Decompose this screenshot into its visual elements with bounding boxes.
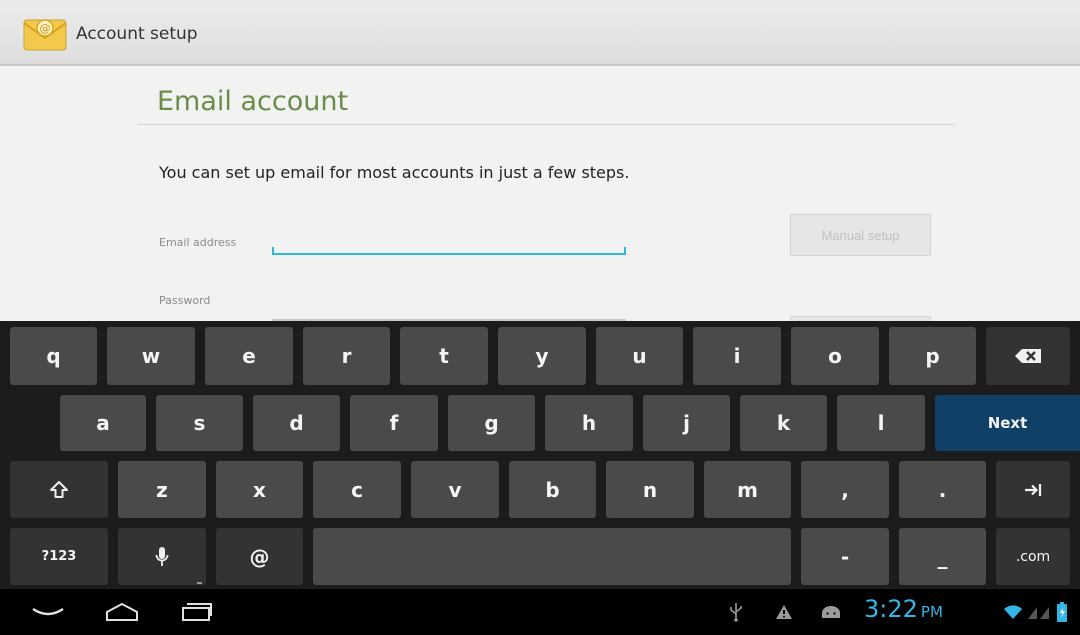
- key-c[interactable]: c: [313, 461, 401, 518]
- battery-icon: [1054, 597, 1070, 627]
- back-button[interactable]: [26, 597, 70, 627]
- password-label: Password: [159, 294, 211, 307]
- heading-divider: [137, 124, 955, 125]
- key-k[interactable]: k: [740, 395, 827, 451]
- key-r[interactable]: r: [303, 327, 390, 385]
- tab-key[interactable]: [996, 461, 1070, 518]
- key-period[interactable]: .: [899, 461, 986, 518]
- page-title: Email account: [157, 86, 349, 117]
- key-l[interactable]: l: [837, 395, 925, 451]
- email-field-underline: [272, 253, 626, 255]
- dash-key[interactable]: -: [801, 528, 889, 585]
- email-app-icon[interactable]: @: [22, 14, 68, 54]
- key-j[interactable]: j: [643, 395, 730, 451]
- clock-time: 3:22: [864, 595, 918, 623]
- usb-icon: [726, 597, 746, 627]
- signal-icon: [1026, 597, 1052, 627]
- intro-text: You can set up email for most accounts i…: [159, 163, 630, 182]
- key-o[interactable]: o: [791, 327, 879, 385]
- key-e[interactable]: e: [205, 327, 293, 385]
- clock-ampm: PM: [920, 603, 943, 621]
- next-key[interactable]: Next: [935, 395, 1080, 451]
- backspace-icon: [1015, 349, 1041, 363]
- warning-icon: [772, 597, 796, 627]
- underscore-key[interactable]: _: [899, 528, 986, 585]
- key-h[interactable]: h: [545, 395, 633, 451]
- key-n[interactable]: n: [606, 461, 694, 518]
- svg-text:@: @: [40, 22, 51, 35]
- shift-key[interactable]: [10, 461, 108, 518]
- backspace-key[interactable]: [986, 327, 1070, 385]
- key-a[interactable]: a: [60, 395, 146, 451]
- status-clock: 3:22 PM: [864, 595, 943, 623]
- key-p[interactable]: p: [889, 327, 976, 385]
- setup-content: Email account You can set up email for m…: [0, 66, 1080, 322]
- key-t[interactable]: t: [400, 327, 488, 385]
- key-v[interactable]: v: [411, 461, 499, 518]
- at-key[interactable]: @: [216, 528, 303, 585]
- key-comma[interactable]: ,: [801, 461, 889, 518]
- email-address-label: Email address: [159, 236, 237, 249]
- soft-keyboard: q w e r t y u i o p a s d f g h j k l Ne…: [0, 321, 1080, 589]
- action-bar: @ Account setup: [0, 0, 1080, 66]
- key-x[interactable]: x: [216, 461, 303, 518]
- home-icon: [106, 602, 138, 621]
- key-w[interactable]: w: [107, 327, 195, 385]
- email-address-field[interactable]: [272, 216, 626, 256]
- key-b[interactable]: b: [509, 461, 596, 518]
- key-u[interactable]: u: [596, 327, 683, 385]
- key-d[interactable]: d: [253, 395, 340, 451]
- password-field[interactable]: [272, 291, 626, 321]
- key-q[interactable]: q: [10, 327, 97, 385]
- wifi-icon: [1002, 597, 1024, 627]
- key-f[interactable]: f: [350, 395, 438, 451]
- shift-icon: [50, 480, 68, 498]
- email-field-right-tick: [624, 247, 626, 255]
- key-i[interactable]: i: [693, 327, 781, 385]
- mic-long-press-hint: [197, 582, 202, 584]
- email-field-left-tick: [272, 247, 274, 255]
- app-title: Account setup: [76, 24, 198, 44]
- key-s[interactable]: s: [156, 395, 243, 451]
- home-button[interactable]: [100, 597, 144, 627]
- key-m[interactable]: m: [704, 461, 791, 518]
- recent-apps-icon: [182, 603, 212, 621]
- key-z[interactable]: z: [118, 461, 206, 518]
- recent-apps-button[interactable]: [175, 597, 219, 627]
- system-bar: 3:22 PM: [0, 589, 1080, 635]
- dotcom-key[interactable]: .com: [996, 528, 1070, 585]
- microphone-icon: [155, 546, 169, 566]
- tab-icon: [1025, 483, 1042, 496]
- android-debug-icon: [818, 597, 844, 627]
- manual-setup-button[interactable]: Manual setup: [790, 214, 931, 256]
- voice-input-key[interactable]: [118, 528, 206, 585]
- symbols-key[interactable]: ?123: [10, 528, 108, 585]
- space-key[interactable]: [313, 528, 791, 585]
- key-g[interactable]: g: [448, 395, 535, 451]
- key-y[interactable]: y: [498, 327, 586, 385]
- back-icon: [32, 607, 64, 616]
